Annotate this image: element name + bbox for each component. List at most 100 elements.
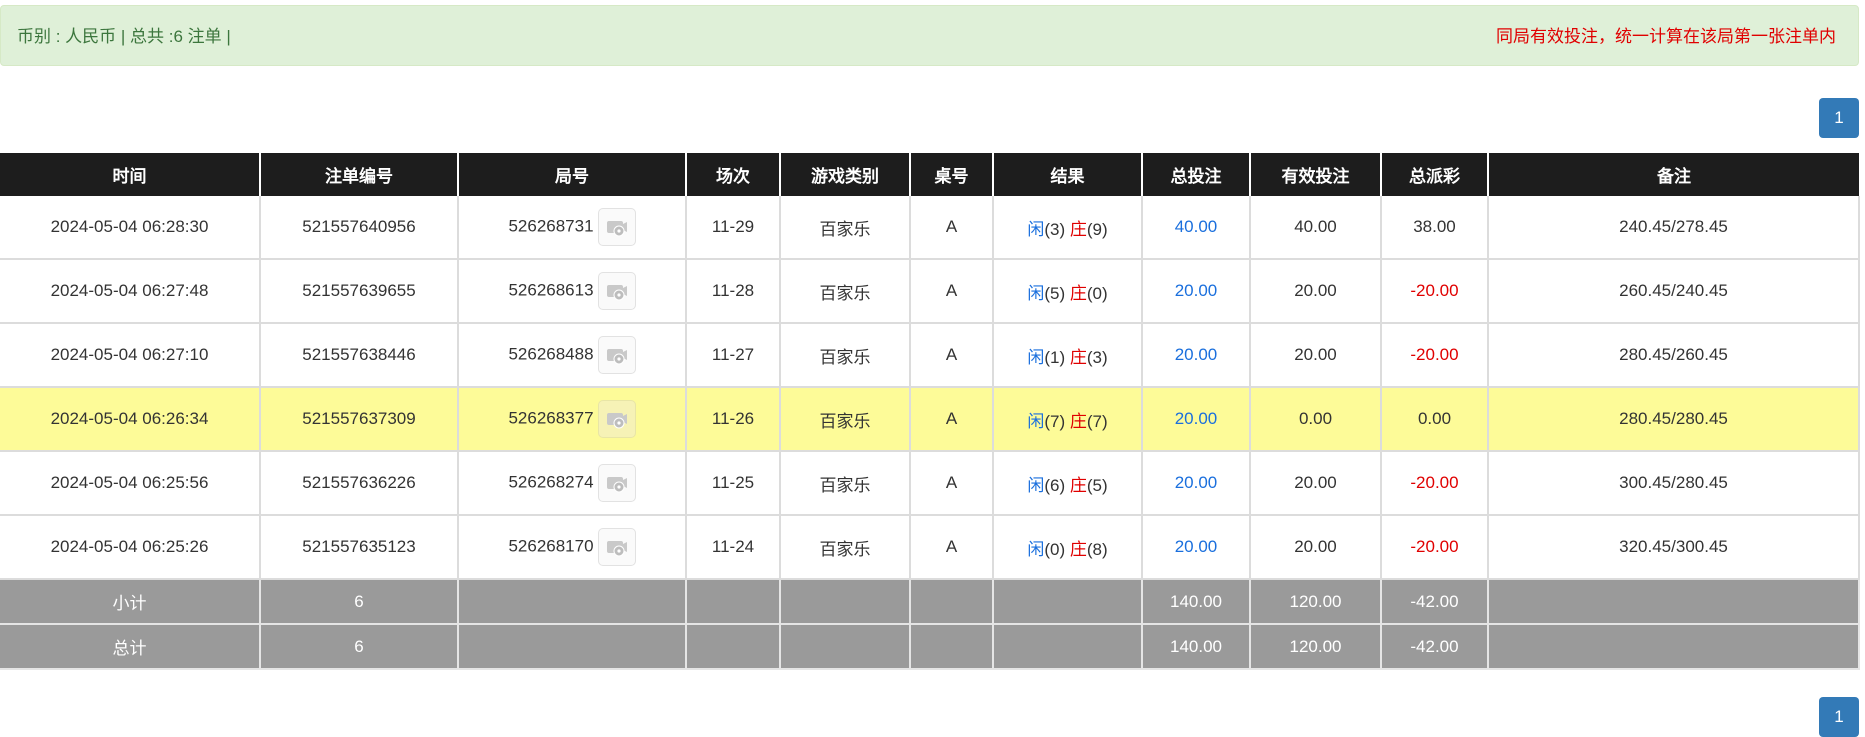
cell-game: 百家乐 — [779, 196, 911, 260]
cell-valid-bet: 20.00 — [1249, 259, 1382, 324]
cell-total-bet: 20.00 — [1141, 387, 1251, 452]
notice-text: 同局有效投注，统一计算在该局第一张注单内 — [1496, 27, 1836, 46]
cell-bet-id: 521557635123 — [259, 515, 459, 580]
cell-table-no: A — [909, 259, 994, 324]
cell-time: 2024-05-04 06:28:30 — [0, 196, 261, 260]
video-replay-icon[interactable] — [597, 272, 636, 310]
cell-time: 2024-05-04 06:27:10 — [0, 323, 261, 388]
video-replay-icon[interactable] — [597, 336, 636, 374]
round-id-text: 526268613 — [508, 280, 594, 300]
cell-valid-bet: 20.00 — [1249, 323, 1382, 388]
table-row: 2024-05-04 06:27:48 521557639655 526268613… — [0, 259, 1860, 324]
total-row: 总计 6 140.00 120.00 -42.00 — [0, 624, 1860, 670]
header-session: 场次 — [685, 153, 780, 196]
player-label: 闲 — [1027, 347, 1045, 367]
round-id-text: 526268731 — [508, 216, 594, 236]
cell-round-id: 526268170 — [457, 515, 687, 580]
subtotal-total-bet: 140.00 — [1141, 579, 1251, 625]
video-replay-icon[interactable] — [597, 208, 636, 246]
page-button-bottom[interactable]: 1 — [1819, 697, 1859, 737]
cell-session: 11-25 — [685, 451, 781, 516]
round-id-text: 526268377 — [508, 408, 594, 428]
cell-time: 2024-05-04 06:27:48 — [0, 259, 261, 324]
player-score: (7) — [1044, 411, 1066, 431]
cell-session: 11-24 — [685, 515, 781, 580]
round-id-text: 526268274 — [508, 472, 594, 492]
cell-payout: -20.00 — [1380, 259, 1489, 324]
banker-score: (7) — [1086, 411, 1108, 431]
cell-payout: 38.00 — [1380, 196, 1489, 260]
banker-label: 庄 — [1069, 219, 1087, 239]
banker-score: (0) — [1086, 283, 1108, 303]
total-total-bet: 140.00 — [1141, 624, 1251, 670]
player-score: (5) — [1044, 283, 1066, 303]
page-button-top[interactable]: 1 — [1819, 98, 1859, 138]
cell-note: 260.45/240.45 — [1487, 259, 1860, 324]
table-row: 2024-05-04 06:27:10 521557638446 526268488… — [0, 323, 1860, 388]
cell-game: 百家乐 — [779, 451, 911, 516]
total-payout: -42.00 — [1380, 624, 1489, 670]
cell-game: 百家乐 — [779, 387, 911, 452]
cell-time: 2024-05-04 06:26:34 — [0, 387, 261, 452]
table-row: 2024-05-04 06:25:56 521557636226 526268274… — [0, 451, 1860, 516]
cell-round-id: 526268274 — [457, 451, 687, 516]
info-banner: 币别 : 人民币 | 总共 :6 注单 | 同局有效投注，统一计算在该局第一张注… — [0, 5, 1859, 66]
cell-table-no: A — [909, 515, 994, 580]
subtotal-payout: -42.00 — [1380, 579, 1489, 625]
cell-note: 320.45/300.45 — [1487, 515, 1860, 580]
banker-score: (3) — [1086, 347, 1108, 367]
cell-payout: -20.00 — [1380, 515, 1489, 580]
cell-valid-bet: 0.00 — [1249, 387, 1382, 452]
banker-score: (5) — [1086, 475, 1108, 495]
subtotal-label: 小计 — [0, 579, 261, 625]
header-bet-id: 注单编号 — [259, 153, 458, 196]
player-label: 闲 — [1027, 475, 1045, 495]
round-id-text: 526268488 — [508, 344, 594, 364]
cell-payout: 0.00 — [1380, 387, 1489, 452]
cell-bet-id: 521557637309 — [259, 387, 459, 452]
banker-label: 庄 — [1069, 475, 1087, 495]
cell-result: 闲(3) 庄(9) — [992, 196, 1143, 260]
banker-score: (9) — [1086, 219, 1108, 239]
subtotal-count: 6 — [259, 579, 459, 625]
cell-game: 百家乐 — [779, 259, 911, 324]
cell-bet-id: 521557639655 — [259, 259, 459, 324]
cell-session: 11-29 — [685, 196, 781, 260]
header-valid-bet: 有效投注 — [1249, 153, 1381, 196]
player-score: (3) — [1044, 219, 1066, 239]
cell-session: 11-27 — [685, 323, 781, 388]
banker-label: 庄 — [1069, 539, 1087, 559]
cell-session: 11-28 — [685, 259, 781, 324]
cell-total-bet: 40.00 — [1141, 196, 1251, 260]
player-label: 闲 — [1027, 539, 1045, 559]
player-score: (0) — [1044, 539, 1066, 559]
table-row: 2024-05-04 06:28:30 521557640956 526268731… — [0, 196, 1860, 260]
header-table-no: 桌号 — [909, 153, 993, 196]
cell-total-bet: 20.00 — [1141, 323, 1251, 388]
cell-note: 280.45/260.45 — [1487, 323, 1860, 388]
banker-label: 庄 — [1069, 283, 1087, 303]
cell-result: 闲(5) 庄(0) — [992, 259, 1143, 324]
cell-valid-bet: 20.00 — [1249, 451, 1382, 516]
cell-table-no: A — [909, 387, 994, 452]
total-count: 6 — [259, 624, 459, 670]
table-row: 2024-05-04 06:25:26 521557635123 526268170… — [0, 515, 1860, 580]
header-total-bet: 总投注 — [1141, 153, 1250, 196]
header-round-id: 局号 — [457, 153, 686, 196]
banker-label: 庄 — [1069, 347, 1087, 367]
header-game: 游戏类别 — [779, 153, 910, 196]
video-replay-icon[interactable] — [597, 400, 636, 438]
header-payout: 总派彩 — [1380, 153, 1488, 196]
banker-label: 庄 — [1069, 411, 1087, 431]
cell-table-no: A — [909, 196, 994, 260]
player-score: (1) — [1044, 347, 1066, 367]
cell-valid-bet: 40.00 — [1249, 196, 1382, 260]
player-score: (6) — [1044, 475, 1066, 495]
cell-game: 百家乐 — [779, 515, 911, 580]
total-label: 总计 — [0, 624, 261, 670]
banker-score: (8) — [1086, 539, 1108, 559]
video-replay-icon[interactable] — [597, 528, 636, 566]
player-label: 闲 — [1027, 283, 1045, 303]
cell-payout: -20.00 — [1380, 451, 1489, 516]
video-replay-icon[interactable] — [597, 464, 636, 502]
